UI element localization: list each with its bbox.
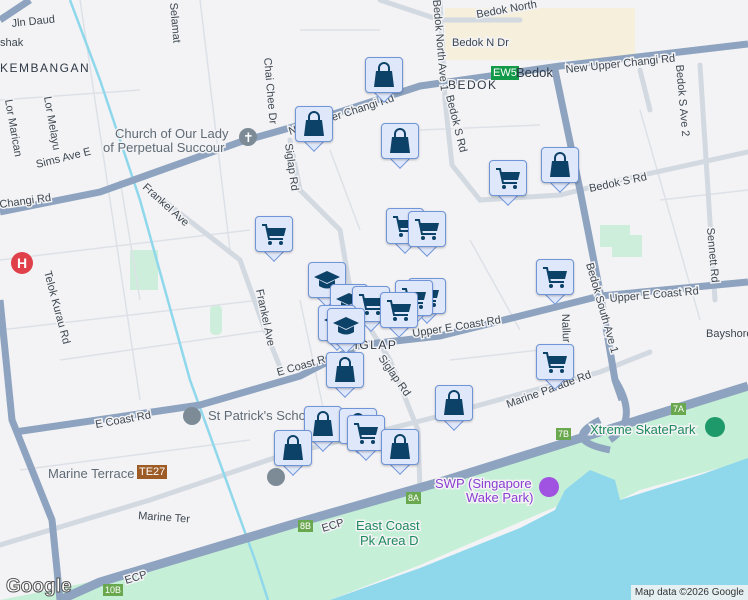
map-canvas[interactable]: BEDOK KEMBANGAN SIGLAP Jln Daud shak Lor… [0, 0, 748, 600]
wake-park-icon[interactable] [539, 477, 559, 497]
street-label: Lor Marican [2, 98, 24, 157]
school-poi-icon[interactable] [183, 407, 201, 425]
park-label: Wake Park) [466, 490, 533, 505]
street-label: Nallur [559, 314, 572, 343]
street-label: Bedok S Rd [588, 171, 648, 195]
school-label: St Patrick's School [208, 408, 316, 423]
area-label-kembangan: KEMBANGAN [0, 61, 90, 75]
shopping-bag-icon [309, 410, 337, 438]
street-label: Telok Kurau Rd [41, 270, 72, 346]
park-label: East Coast [356, 518, 420, 533]
svg-text:✝: ✝ [243, 131, 254, 146]
station-label: Marine Terrace [48, 466, 134, 481]
supermarket-marker[interactable] [347, 415, 385, 461]
shopping-bag-icon [331, 356, 359, 384]
exit-7a: 7A [671, 403, 687, 415]
supermarket-marker[interactable] [255, 216, 293, 262]
shopping-bag-icon [440, 389, 468, 417]
street-label: Sennett Rd [704, 227, 721, 283]
supermarket-marker[interactable] [408, 211, 446, 257]
shopping-bag-marker[interactable] [365, 57, 403, 103]
street-label: Siglap Rd [376, 353, 413, 399]
cart-icon [494, 164, 522, 192]
shopping-bag-icon [370, 61, 398, 89]
school-marker[interactable] [327, 308, 365, 354]
park-label: SWP (Singapore [435, 476, 532, 491]
google-logo[interactable]: Google [5, 576, 71, 598]
supermarket-marker[interactable] [536, 344, 574, 390]
mrt-badge-ew5: EW5 [491, 66, 519, 80]
exit-8b: 8B [298, 520, 314, 532]
street-label: shak [0, 37, 24, 49]
exit-8a: 8A [406, 492, 422, 504]
shopping-bag-marker[interactable] [326, 352, 364, 398]
street-label: Frankel Ave [253, 288, 277, 347]
street-label: Chai Chee Dr [261, 57, 279, 125]
street-label: Upper E Coast Rd [609, 285, 699, 305]
exit-10b: 10B [103, 584, 124, 596]
shopping-bag-icon [546, 151, 574, 179]
supermarket-marker[interactable] [380, 292, 418, 338]
shopping-bag-icon [386, 127, 414, 155]
street-label: Siglap Rd [282, 143, 301, 192]
shopping-bag-marker[interactable] [381, 123, 419, 169]
cart-icon [413, 215, 441, 243]
church-icon[interactable]: ✝ [239, 128, 257, 146]
street-label: E Coast Rd [94, 409, 151, 431]
shopping-bag-marker[interactable] [381, 429, 419, 475]
supermarket-marker[interactable] [536, 259, 574, 305]
park-label: Xtreme SkatePark [590, 422, 696, 437]
hospital-icon[interactable]: H [11, 252, 33, 274]
area-label-bedok: BEDOK [448, 78, 498, 92]
exit-7b: 7B [556, 428, 572, 440]
supermarket-marker[interactable] [489, 160, 527, 206]
skatepark-pin-icon[interactable] [705, 417, 725, 437]
street-label: Bayshore [706, 328, 748, 340]
map-attribution[interactable]: Map data ©2026 Google [630, 585, 748, 600]
shopping-bag-icon [300, 110, 328, 138]
cart-icon [352, 419, 380, 447]
street-label: Bedok South Ave 1 [583, 262, 620, 355]
street-label: Lor Melayu [41, 95, 62, 151]
bedok-town-area [445, 8, 635, 60]
church-label: Church of Our Lady [115, 126, 229, 141]
street-label: Bedok N Dr [452, 37, 509, 49]
street-label: Frankel Ave [140, 181, 191, 229]
station-label-bedok: Bedok [516, 65, 553, 80]
cart-icon [541, 263, 569, 291]
cart-icon [260, 220, 288, 248]
shopping-bag-marker[interactable] [541, 147, 579, 193]
shopping-bag-marker[interactable] [295, 106, 333, 152]
street-label: Sims Ave E [35, 146, 92, 171]
street-label: Marine Ter [138, 510, 191, 526]
shopping-bag-marker[interactable] [435, 385, 473, 431]
shopping-bag-icon [279, 434, 307, 462]
street-label: Selamat [167, 2, 182, 43]
street-label: Jln Daud [11, 14, 55, 30]
shopping-bag-icon [386, 433, 414, 461]
cart-icon [385, 296, 413, 324]
school-icon [332, 312, 360, 340]
cart-icon [541, 348, 569, 376]
canal [68, 0, 270, 600]
mrt-badge-te27: TE27 [137, 465, 168, 479]
park-label: Pk Area D [360, 533, 419, 548]
street-label: Bedok S Ave 2 [673, 64, 691, 137]
shopping-bag-marker[interactable] [274, 430, 312, 476]
church-label: of Perpetual Succour [103, 140, 225, 155]
